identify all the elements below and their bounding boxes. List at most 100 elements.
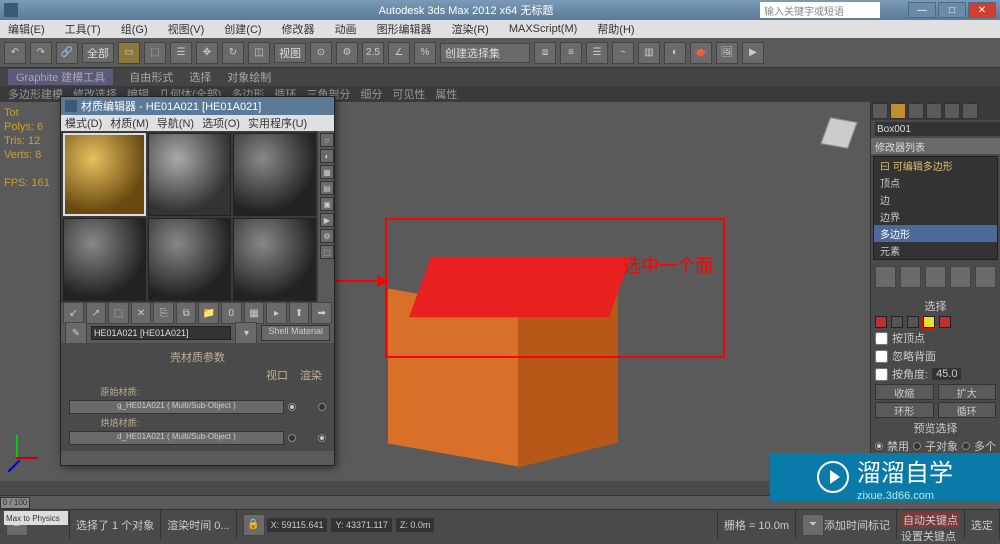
object-name-field[interactable] [875, 122, 1000, 136]
angle-snap-button[interactable]: ∠ [388, 42, 410, 64]
mat-pick-icon[interactable]: ✎ [65, 322, 87, 344]
modifier-stack[interactable]: 曰 可编辑多边形 顶点 边 边界 多边形 元素 [873, 156, 998, 260]
percent-snap-button[interactable]: % [414, 42, 436, 64]
mat-background-icon[interactable]: ▦ [320, 165, 334, 179]
menu-maxscript[interactable]: MAXScript(M) [505, 23, 581, 35]
rotate-button[interactable]: ↻ [222, 42, 244, 64]
mat-video-check-icon[interactable]: ▣ [320, 197, 334, 211]
mat-options-icon[interactable]: ⚙ [320, 229, 334, 243]
coord-x[interactable]: X: 59115.641 [267, 518, 328, 532]
snap-button[interactable]: 2.5 [362, 42, 384, 64]
close-button[interactable]: ✕ [968, 2, 996, 18]
mat-sample-type-icon[interactable]: ○ [320, 133, 334, 147]
subobj-border-icon[interactable] [907, 316, 919, 328]
pivot-button[interactable]: ⊙ [310, 42, 332, 64]
stack-root[interactable]: 曰 可编辑多边形 [874, 157, 997, 174]
mat-nav-parent-icon[interactable]: ⬆ [289, 302, 310, 324]
subobj-polygon-icon[interactable] [923, 316, 935, 328]
ribbon-tab-paint[interactable]: 对象绘制 [227, 69, 271, 85]
layer-button[interactable]: ☰ [586, 42, 608, 64]
menu-create[interactable]: 创建(C) [220, 21, 265, 37]
link-button[interactable]: 🔗 [56, 42, 78, 64]
mat-assign-icon[interactable]: ⬚ [108, 302, 129, 324]
by-vertex-checkbox[interactable] [875, 332, 888, 345]
orig-material-button[interactable]: g_HE01A021 ( Multi/Sub-Object ) [69, 400, 284, 414]
subtab-props[interactable]: 属性 [435, 86, 457, 102]
render-setup-button[interactable]: 🫖 [690, 42, 712, 64]
subtab-subdiv[interactable]: 细分 [360, 86, 382, 102]
render-frame-button[interactable]: 🖼 [716, 42, 738, 64]
preview-subobj-radio[interactable] [913, 442, 921, 450]
menu-modifiers[interactable]: 修改器 [278, 21, 319, 37]
help-search[interactable]: 输入关键字或短语 [760, 2, 880, 18]
ring-button[interactable]: 环形 [875, 402, 934, 418]
mat-select-by-icon[interactable]: ⬚ [320, 245, 334, 259]
mat-slot-1[interactable] [63, 133, 146, 216]
subtab-polymodel[interactable]: 多边形建模 [8, 86, 63, 102]
mat-nav-sibling-icon[interactable]: ➡ [311, 302, 332, 324]
mat-put-library-icon[interactable]: 📁 [198, 302, 219, 324]
stack-polygon[interactable]: 多边形 [874, 225, 997, 242]
tab-utilities[interactable] [962, 103, 978, 119]
align-button[interactable]: ≡ [560, 42, 582, 64]
modifier-list-label[interactable]: 修改器列表 [871, 138, 1000, 154]
autokey-button[interactable]: 自动关键点 [901, 512, 960, 528]
by-angle-checkbox[interactable] [875, 368, 888, 381]
move-button[interactable]: ✥ [196, 42, 218, 64]
ribbon-tab-freeform[interactable]: 自由形式 [129, 69, 173, 85]
curve-editor-button[interactable]: ~ [612, 42, 634, 64]
mat-slot-6[interactable] [233, 218, 316, 301]
time-tag-icon[interactable]: ⏷ [802, 514, 824, 536]
tab-modify[interactable] [890, 103, 906, 119]
menu-rendering[interactable]: 渲染(R) [448, 21, 493, 37]
loop-button[interactable]: 循环 [938, 402, 997, 418]
ref-coord-dropdown[interactable]: 视图 [274, 43, 306, 63]
stack-show-end-icon[interactable] [900, 266, 921, 288]
subobj-edge-icon[interactable] [891, 316, 903, 328]
selection-filter-dropdown[interactable]: 全部 [82, 43, 114, 63]
tab-create[interactable] [872, 103, 888, 119]
select-name-button[interactable]: ☰ [170, 42, 192, 64]
redo-button[interactable]: ↷ [30, 42, 52, 64]
mat-menu-material[interactable]: 材质(M) [110, 115, 149, 131]
coord-z[interactable]: Z: 0.0m [396, 518, 435, 532]
schematic-button[interactable]: ▥ [638, 42, 660, 64]
menu-edit[interactable]: 编辑(E) [4, 21, 49, 37]
menu-tools[interactable]: 工具(T) [61, 21, 105, 37]
mat-slot-4[interactable] [63, 218, 146, 301]
ignore-backface-checkbox[interactable] [875, 350, 888, 363]
stack-pin-icon[interactable] [875, 266, 896, 288]
minimize-button[interactable]: — [908, 2, 936, 18]
mat-type-button[interactable]: Shell Material [261, 325, 330, 341]
preview-off-radio[interactable] [875, 442, 883, 450]
angle-value[interactable]: 45.0 [932, 368, 961, 380]
named-selection-dropdown[interactable]: 创建选择集 [440, 43, 530, 63]
stack-vertex[interactable]: 顶点 [874, 174, 997, 191]
undo-button[interactable]: ↶ [4, 42, 26, 64]
tab-display[interactable] [944, 103, 960, 119]
key-filter[interactable]: 选定 [965, 510, 1000, 539]
tab-motion[interactable] [926, 103, 942, 119]
material-editor-titlebar[interactable]: 材质编辑器 - HE01A021 [HE01A021] [61, 97, 334, 115]
select-object-button[interactable]: ⬚ [144, 42, 166, 64]
setkey-button[interactable]: 设置关键点 [901, 528, 956, 544]
stack-config-icon[interactable] [975, 266, 996, 288]
mat-reset-icon[interactable]: ✕ [131, 302, 152, 324]
mat-show-map-icon[interactable]: ▦ [244, 302, 265, 324]
baked-render-radio[interactable] [318, 434, 326, 442]
mat-get-icon[interactable]: ↙ [63, 302, 84, 324]
maximize-button[interactable]: □ [938, 2, 966, 18]
mat-make-unique-icon[interactable]: ⧉ [176, 302, 197, 324]
mat-name-field[interactable] [91, 326, 231, 340]
scale-button[interactable]: ◫ [248, 42, 270, 64]
mat-menu-navigate[interactable]: 导航(N) [157, 115, 194, 131]
mat-put-icon[interactable]: ↗ [86, 302, 107, 324]
menu-group[interactable]: 组(G) [117, 21, 152, 37]
mirror-button[interactable]: ⧈ [534, 42, 556, 64]
mat-backlight-icon[interactable]: ◐ [320, 149, 334, 163]
baked-material-button[interactable]: d_HE01A021 ( Multi/Sub-Object ) [69, 431, 284, 445]
subobj-element-icon[interactable] [939, 316, 951, 328]
menu-views[interactable]: 视图(V) [164, 21, 209, 37]
mat-menu-utilities[interactable]: 实用程序(U) [248, 115, 307, 131]
stack-border[interactable]: 边界 [874, 208, 997, 225]
